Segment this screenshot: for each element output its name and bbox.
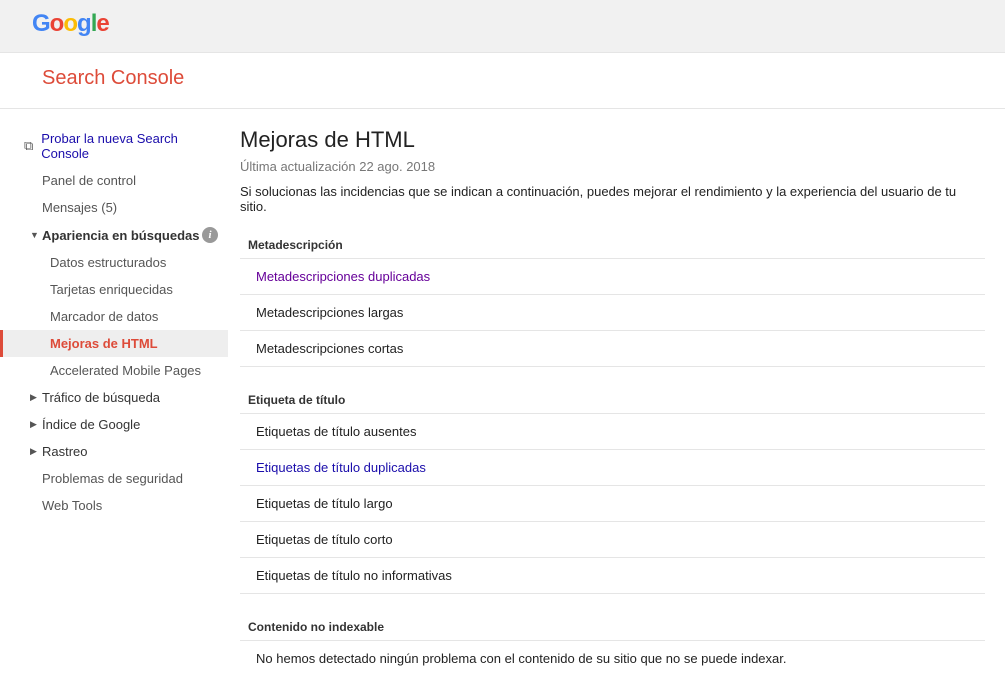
app-title-bar: Search Console (0, 53, 1005, 109)
sidebar-item-web-tools[interactable]: Web Tools (0, 492, 228, 519)
section-header-nonindexable: Contenido no indexable (240, 612, 985, 641)
page-title: Mejoras de HTML (240, 127, 985, 153)
sidebar-item-security[interactable]: Problemas de seguridad (0, 465, 228, 492)
sidebar-item-search-traffic[interactable]: ▶ Tráfico de búsqueda (0, 384, 228, 411)
try-new-console-link[interactable]: ⧉ Probar la nueva Search Console (0, 125, 228, 167)
section-header-title-tag: Etiqueta de título (240, 385, 985, 414)
sidebar-item-search-appearance[interactable]: ▼ Apariencia en búsquedas i (0, 221, 228, 249)
caret-down-icon: ▼ (30, 230, 39, 240)
sidebar-item-google-index[interactable]: ▶ Índice de Google (0, 411, 228, 438)
info-icon[interactable]: i (202, 227, 218, 243)
caret-right-icon: ▶ (30, 419, 37, 430)
sidebar-item-html-improvements[interactable]: Mejoras de HTML (0, 330, 228, 357)
sidebar-item-rich-cards[interactable]: Tarjetas enriquecidas (0, 276, 228, 303)
issue-meta-duplicate[interactable]: Metadescripciones duplicadas (240, 259, 985, 295)
try-new-label: Probar la nueva Search Console (41, 131, 218, 161)
sidebar-item-amp[interactable]: Accelerated Mobile Pages (0, 357, 228, 384)
header-bar: Google (0, 0, 1005, 53)
app-title: Search Console (42, 67, 184, 89)
section-header-meta: Metadescripción (240, 230, 985, 259)
issue-title-long[interactable]: Etiquetas de título largo (240, 486, 985, 522)
issue-title-short[interactable]: Etiquetas de título corto (240, 522, 985, 558)
issue-title-missing[interactable]: Etiquetas de título ausentes (240, 414, 985, 450)
sidebar-item-dashboard[interactable]: Panel de control (0, 167, 228, 194)
sidebar-item-data-highlighter[interactable]: Marcador de datos (0, 303, 228, 330)
issue-meta-long[interactable]: Metadescripciones largas (240, 295, 985, 331)
main-content: Mejoras de HTML Última actualización 22 … (228, 109, 1005, 696)
issue-title-duplicate[interactable]: Etiquetas de título duplicadas (240, 450, 985, 486)
issue-meta-short[interactable]: Metadescripciones cortas (240, 331, 985, 367)
external-link-icon: ⧉ (24, 138, 33, 154)
sidebar-item-messages[interactable]: Mensajes (5) (0, 194, 228, 221)
caret-right-icon: ▶ (30, 446, 37, 457)
issue-title-noninformative[interactable]: Etiquetas de título no informativas (240, 558, 985, 594)
caret-right-icon: ▶ (30, 392, 37, 403)
nonindexable-text: No hemos detectado ningún problema con e… (240, 641, 985, 676)
sidebar: ⧉ Probar la nueva Search Console Panel d… (0, 109, 228, 696)
intro-text: Si solucionas las incidencias que se ind… (240, 184, 985, 214)
last-updated: Última actualización 22 ago. 2018 (240, 159, 985, 174)
google-logo: Google (32, 10, 109, 37)
sidebar-item-crawl[interactable]: ▶ Rastreo (0, 438, 228, 465)
sidebar-item-structured-data[interactable]: Datos estructurados (0, 249, 228, 276)
